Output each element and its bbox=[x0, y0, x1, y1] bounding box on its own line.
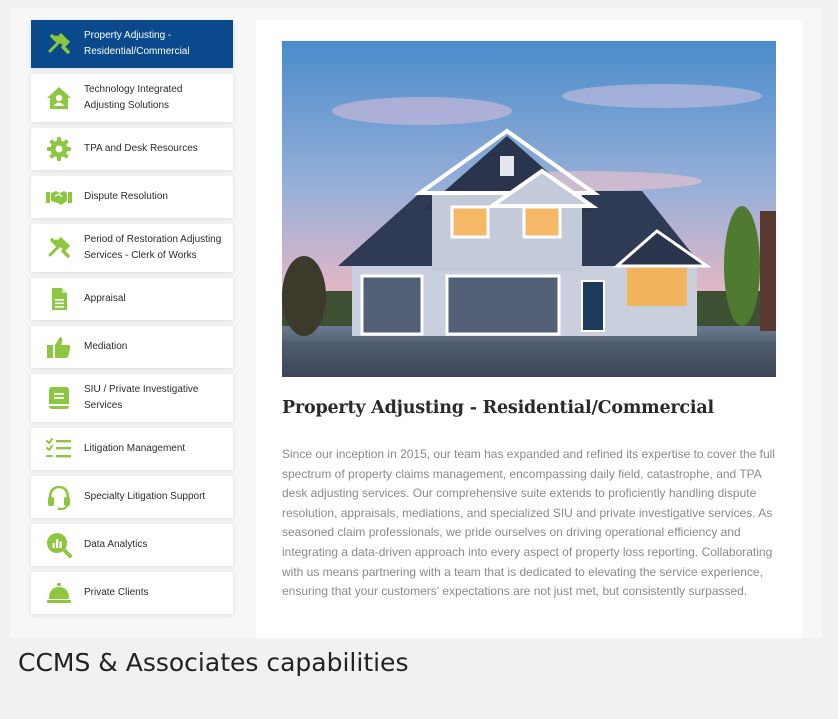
sidebar-item-appraisal[interactable]: Appraisal bbox=[31, 278, 233, 320]
body-paragraph: Since our inception in 2015, our team ha… bbox=[282, 447, 775, 599]
main-content: Property Adjusting - Residential/Commerc… bbox=[256, 20, 802, 638]
sidebar-item-mediation[interactable]: Mediation bbox=[31, 326, 233, 368]
sidebar-item-label: TPA and Desk Resources bbox=[84, 143, 198, 154]
sidebar-item-tpa-desk[interactable]: TPA and Desk Resources bbox=[31, 128, 233, 170]
sidebar-item-label: Property Adjusting - Residential/Commerci… bbox=[84, 30, 190, 57]
sidebar-item-private-clients[interactable]: Private Clients bbox=[31, 572, 233, 614]
house-photo bbox=[282, 41, 776, 377]
thumbs-up-icon bbox=[45, 333, 73, 361]
sidebar-item-siu[interactable]: SIU / Private Investigative Services bbox=[31, 374, 233, 422]
handshake-icon bbox=[45, 183, 73, 211]
sidebar-item-label: Period of Restoration Adjusting Services … bbox=[84, 234, 222, 261]
services-sidebar: Property Adjusting - Residential/Commerci… bbox=[31, 20, 233, 620]
image-caption: CCMS & Associates capabilities bbox=[18, 648, 409, 677]
book-icon bbox=[45, 384, 73, 412]
screenshot-frame: Property Adjusting - Residential/Commerci… bbox=[10, 8, 822, 638]
service-bell-icon bbox=[45, 579, 73, 607]
sidebar-item-label: Appraisal bbox=[84, 293, 126, 304]
tools-icon bbox=[45, 30, 73, 58]
sidebar-item-dispute-resolution[interactable]: Dispute Resolution bbox=[31, 176, 233, 218]
sidebar-item-label: Dispute Resolution bbox=[84, 191, 168, 202]
document-icon bbox=[45, 285, 73, 313]
sidebar-item-property-adjusting[interactable]: Property Adjusting - Residential/Commerci… bbox=[31, 20, 233, 68]
sidebar-item-specialty-litigation[interactable]: Specialty Litigation Support bbox=[31, 476, 233, 518]
sidebar-item-period-of-restoration[interactable]: Period of Restoration Adjusting Services … bbox=[31, 224, 233, 272]
sidebar-item-label: SIU / Private Investigative Services bbox=[84, 384, 199, 411]
sidebar-item-label: Litigation Management bbox=[84, 443, 186, 454]
sidebar-item-label: Mediation bbox=[84, 341, 128, 352]
gear-icon bbox=[45, 135, 73, 163]
house-user-icon bbox=[45, 84, 73, 112]
tools-icon bbox=[45, 234, 73, 262]
page-title: Property Adjusting - Residential/Commerc… bbox=[282, 398, 714, 418]
sidebar-item-label: Data Analytics bbox=[84, 539, 148, 550]
sidebar-item-label: Private Clients bbox=[84, 587, 149, 598]
sidebar-item-technology[interactable]: Technology Integrated Adjusting Solutions bbox=[31, 74, 233, 122]
chart-magnifier-icon bbox=[45, 531, 73, 559]
sidebar-item-label: Specialty Litigation Support bbox=[84, 491, 206, 502]
sidebar-item-label: Technology Integrated Adjusting Solutions bbox=[84, 84, 183, 111]
checklist-icon bbox=[45, 435, 73, 463]
sidebar-item-data-analytics[interactable]: Data Analytics bbox=[31, 524, 233, 566]
headset-icon bbox=[45, 483, 73, 511]
sidebar-item-litigation-management[interactable]: Litigation Management bbox=[31, 428, 233, 470]
